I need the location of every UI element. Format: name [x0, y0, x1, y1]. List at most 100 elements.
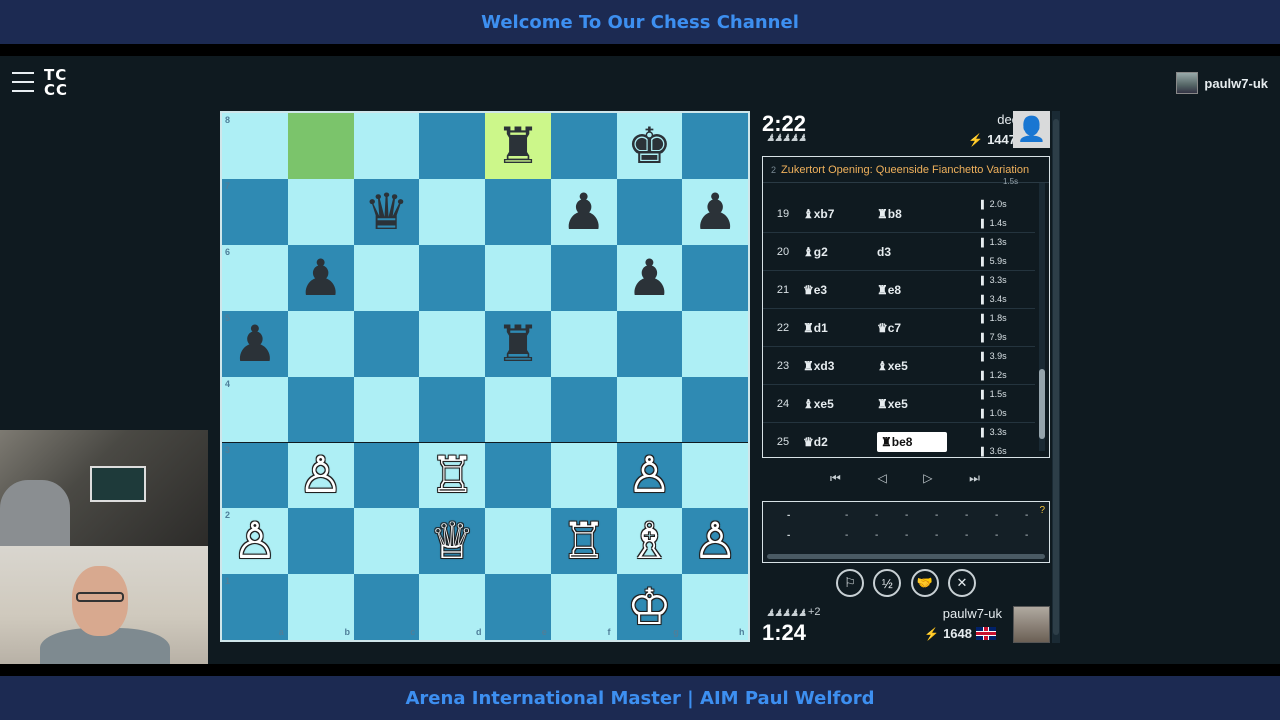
white-move[interactable]: ♛e3 — [803, 283, 877, 297]
white-pawn-a2[interactable]: ♙ — [222, 508, 288, 574]
black-pawn-b6[interactable]: ♟ — [288, 245, 354, 311]
opponent-avatar[interactable]: 👤 — [1013, 111, 1050, 148]
black-move[interactable]: ♛c7 — [877, 321, 947, 335]
black-time: 3.6s — [981, 442, 1035, 458]
square-b5[interactable] — [287, 310, 354, 377]
last-move-icon[interactable]: ⏭ — [969, 471, 980, 486]
black-rook-e8[interactable]: ♜ — [485, 113, 551, 179]
black-rook-e5[interactable]: ♜ — [485, 311, 551, 377]
square-d7[interactable] — [419, 178, 485, 245]
header-user[interactable]: paulw7-uk — [1176, 72, 1268, 94]
white-rook-f2[interactable]: ♖ — [551, 508, 617, 574]
square-f5[interactable] — [550, 310, 617, 377]
square-e3[interactable] — [485, 442, 551, 509]
my-avatar[interactable] — [1013, 606, 1050, 643]
square-h5[interactable] — [682, 310, 748, 377]
square-c6[interactable] — [353, 244, 420, 311]
move-list-scrollbar[interactable] — [1039, 183, 1045, 451]
square-a3[interactable] — [222, 442, 288, 509]
square-h8[interactable] — [682, 113, 748, 179]
draw-offer-button[interactable]: ½ — [873, 569, 902, 597]
scroll-thumb[interactable] — [1039, 369, 1045, 439]
square-b4[interactable] — [287, 376, 354, 443]
page-scrollbar[interactable] — [1052, 111, 1060, 643]
first-move-icon[interactable]: ⏮ — [830, 471, 841, 486]
square-d6[interactable] — [419, 244, 485, 311]
chess-board[interactable]: 8 7 6 5 4 3 2 1 a b c d e f g h ♜ ♚ ♛ ♟ ♟ ♟ ♟ ♟ ♜ ♙ ♖ ♙ ♙ ♕ ♖ ♗ ♙ ♔ — [220, 111, 750, 642]
white-pawn-h2[interactable]: ♙ — [682, 508, 748, 574]
eval-cell: - — [875, 510, 879, 521]
square-b2[interactable] — [287, 508, 354, 575]
square-f8[interactable] — [550, 113, 617, 179]
previous-move-icon[interactable]: ◁ — [877, 471, 886, 486]
white-pawn-b3[interactable]: ♙ — [288, 443, 354, 509]
square-g4[interactable] — [616, 376, 683, 443]
square-h3[interactable] — [682, 442, 748, 509]
move-row: 20 ♝g2d3 1.3s5.9s — [763, 233, 1035, 271]
square-d5[interactable] — [419, 310, 485, 377]
square-d8[interactable] — [419, 113, 485, 179]
webcam-face-view — [0, 546, 208, 664]
square-f4[interactable] — [550, 376, 617, 443]
white-move[interactable]: ♜xd3 — [803, 359, 877, 373]
black-king-g8[interactable]: ♚ — [617, 113, 683, 179]
menu-icon[interactable] — [12, 72, 34, 92]
black-move[interactable]: ♝xe5 — [877, 359, 947, 373]
white-move[interactable]: ♝xb7 — [803, 207, 877, 221]
black-pawn-f7[interactable]: ♟ — [551, 179, 617, 245]
eval-cell: - — [1025, 530, 1029, 541]
white-rook-d3[interactable]: ♖ — [419, 443, 485, 509]
square-d4[interactable] — [419, 376, 485, 443]
square-f3[interactable] — [550, 442, 617, 509]
black-queen-c7[interactable]: ♛ — [354, 179, 420, 245]
next-move-icon[interactable]: ▷ — [923, 471, 932, 486]
black-move[interactable]: ♜xe5 — [877, 397, 947, 411]
square-e4[interactable] — [485, 376, 551, 443]
square-g7[interactable] — [616, 178, 683, 245]
white-queen-d2[interactable]: ♕ — [419, 508, 485, 574]
site-logo[interactable]: TC CC — [44, 68, 76, 100]
square-a7[interactable] — [222, 178, 288, 245]
square-a6[interactable] — [222, 244, 288, 311]
white-move[interactable]: ♝g2 — [803, 245, 877, 259]
white-move[interactable]: ♛d2 — [803, 435, 877, 449]
square-c5[interactable] — [353, 310, 420, 377]
square-h4[interactable] — [682, 376, 748, 443]
square-a4[interactable] — [222, 376, 288, 443]
square-e7[interactable] — [485, 178, 551, 245]
square-e2[interactable] — [485, 508, 551, 575]
resign-button[interactable]: ⚐ — [836, 569, 864, 597]
square-a8[interactable] — [222, 113, 288, 179]
square-c4[interactable] — [353, 376, 420, 443]
white-king-g1[interactable]: ♔ — [617, 574, 683, 640]
black-move[interactable]: ♜e8 — [877, 283, 947, 297]
square-c3[interactable] — [353, 442, 420, 509]
square-f6[interactable] — [550, 244, 617, 311]
square-b8[interactable] — [287, 113, 354, 179]
white-time: 1.5s — [981, 385, 1035, 404]
black-pawn-g6[interactable]: ♟ — [617, 245, 683, 311]
move-list[interactable]: 1.5s 19 ♝xb7♜b8 2.0s1.4s 20 ♝g2d3 1.3s5.9s 21 ♛… — [763, 177, 1049, 458]
square-e6[interactable] — [485, 244, 551, 311]
white-bishop-g2[interactable]: ♗ — [617, 508, 683, 574]
square-c8[interactable] — [353, 113, 420, 179]
my-rating: 1648 — [943, 626, 972, 641]
handshake-button[interactable]: 🤝 — [910, 569, 939, 597]
white-move[interactable]: ♜d1 — [803, 321, 877, 335]
square-h6[interactable] — [682, 244, 748, 311]
black-pawn-a5[interactable]: ♟ — [222, 311, 288, 377]
white-pawn-g3[interactable]: ♙ — [617, 443, 683, 509]
page-scroll-thumb[interactable] — [1053, 119, 1059, 635]
square-b7[interactable] — [287, 178, 354, 245]
my-name[interactable]: paulw7-uk — [943, 606, 1002, 621]
square-g5[interactable] — [616, 310, 683, 377]
black-move[interactable]: d3 — [877, 245, 947, 259]
black-pawn-h7[interactable]: ♟ — [682, 179, 748, 245]
evaluation-scrollbar[interactable] — [767, 554, 1045, 559]
black-move[interactable]: ♜b8 — [877, 207, 947, 221]
abort-button[interactable]: ✕ — [947, 569, 976, 597]
white-move[interactable]: ♝xe5 — [803, 397, 877, 411]
black-move[interactable]: ♜be8 — [877, 431, 947, 452]
square-c2[interactable] — [353, 508, 420, 575]
move-times: 1.8s7.9s — [981, 309, 1035, 347]
